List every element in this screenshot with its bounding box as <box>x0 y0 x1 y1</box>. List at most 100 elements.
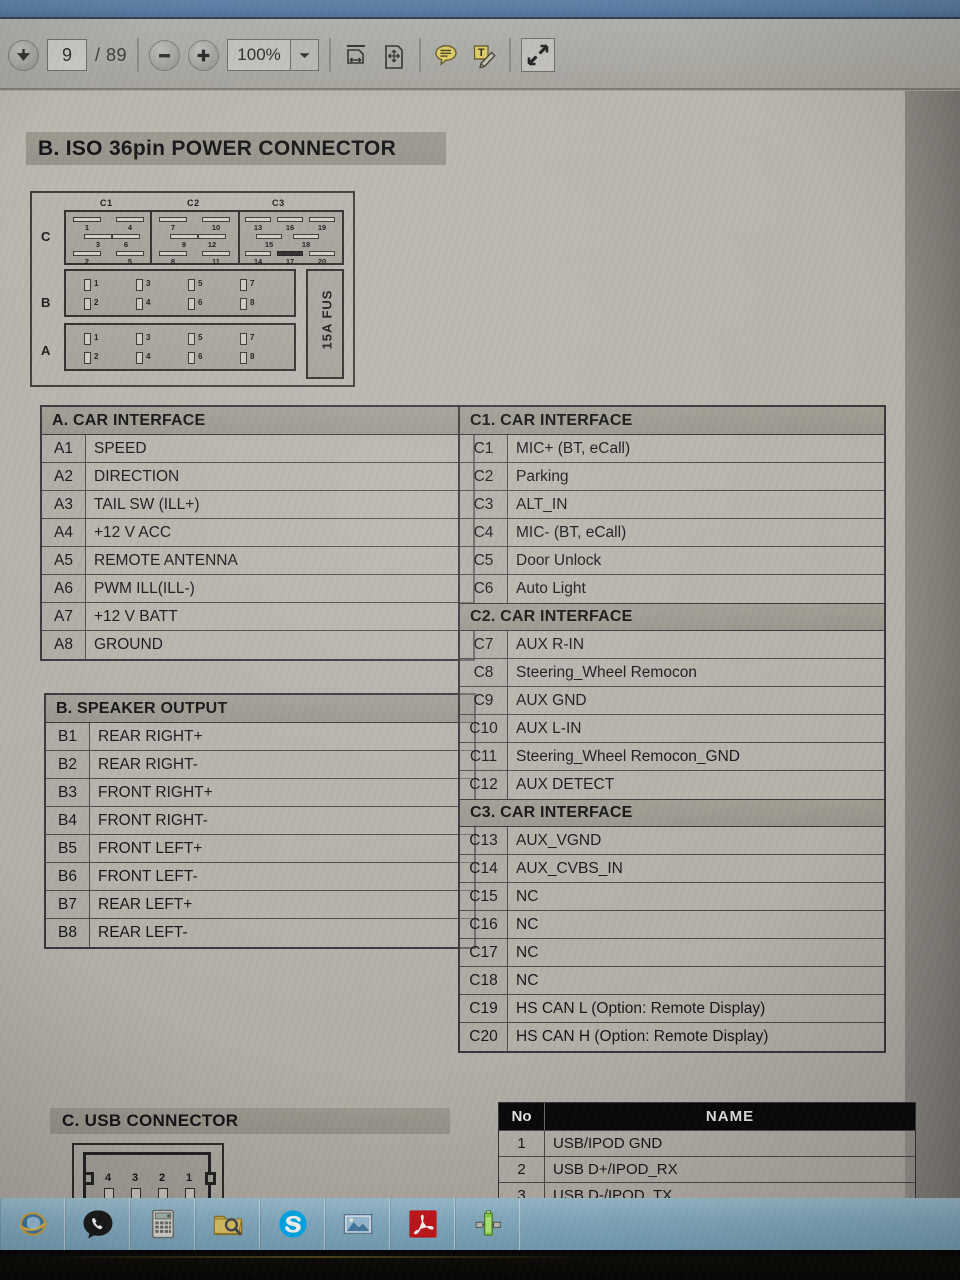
table-row: C14 AUX_CVBS_IN <box>460 855 884 883</box>
taskbar-item-viber[interactable] <box>65 1198 130 1250</box>
connector-pin-number: 7 <box>250 279 255 288</box>
pin-no: A7 <box>42 603 86 630</box>
usb-table-header-no: No <box>499 1103 545 1130</box>
connector-group-label-c3: C3 <box>272 198 285 208</box>
zoom-out-button[interactable] <box>149 39 181 71</box>
pin-name: HS CAN H (Option: Remote Display) <box>516 1028 769 1045</box>
table-row: 2 USB D+/IPOD_RX <box>499 1156 915 1182</box>
page-number-value: 9 <box>61 44 72 65</box>
table-row: C8 Steering_Wheel Remocon <box>460 659 884 687</box>
taskbar-item-battery-tool[interactable] <box>455 1198 520 1250</box>
page-number-input[interactable]: 9 <box>47 39 87 71</box>
pin-name: MIC- (BT, eCall) <box>516 523 627 541</box>
table-row: C6 Auto Light <box>460 575 884 603</box>
pin-no: C19 <box>460 995 508 1022</box>
battery-tool-icon <box>475 1210 501 1236</box>
table-row: C19 HS CAN L (Option: Remote Display) <box>460 995 884 1023</box>
photo-viewer-icon <box>343 1213 372 1235</box>
toolbar-separator-2 <box>329 38 332 72</box>
sticky-note-icon[interactable] <box>431 40 461 70</box>
pin-name: FRONT LEFT+ <box>98 839 203 857</box>
zoom-level-select[interactable]: 100% <box>227 39 320 71</box>
table-row: C2 Parking <box>460 463 884 491</box>
pin-no: C1 <box>460 435 508 462</box>
table-a-rows: A1 SPEED A2 DIRECTION A3 TAIL SW (ILL+) A4 +… <box>42 435 473 659</box>
fuse-holder: 15A FUS <box>306 269 344 379</box>
pin-name: Steering_Wheel Remocon <box>516 663 697 681</box>
table-row: C9 AUX GND <box>460 687 884 715</box>
connector-pin-number: 1 <box>94 333 99 342</box>
usb-pin-no: 1 <box>499 1131 545 1156</box>
table-row: B7 REAR LEFT+ <box>46 891 474 919</box>
zoom-in-button[interactable] <box>188 39 220 71</box>
taskbar-item-internet-explorer[interactable] <box>0 1198 65 1250</box>
connector-pin-number: 15 <box>264 240 274 249</box>
table-row: B8 REAR LEFT- <box>46 919 474 947</box>
page-total-label: / 89 <box>95 44 128 65</box>
taskbar-item-photo-viewer[interactable] <box>325 1198 390 1250</box>
pin-name: REAR LEFT- <box>98 924 188 941</box>
pin-no: C10 <box>460 715 508 742</box>
connector-pin-number: 9 <box>181 240 187 249</box>
chevron-down-icon[interactable] <box>290 40 319 70</box>
pin-no: C4 <box>460 519 508 546</box>
connector-block-c2: 7 10 9 12 8 11 <box>152 210 240 266</box>
svg-text:T: T <box>478 47 485 59</box>
text-annotate-icon[interactable]: T <box>469 40 499 70</box>
folder-search-icon <box>213 1215 242 1236</box>
fullscreen-icon[interactable] <box>521 38 556 72</box>
pin-no: C5 <box>460 547 508 574</box>
taskbar-item-folder-search[interactable] <box>195 1198 260 1250</box>
connector-pin-number: 20 <box>317 257 327 266</box>
connector-pin-number: 4 <box>146 352 151 361</box>
pin-name: AUX R-IN <box>516 635 585 653</box>
connector-pin-number: 8 <box>250 298 255 307</box>
taskbar-item-adobe-reader[interactable] <box>390 1198 455 1250</box>
taskbar-item-calculator[interactable] <box>130 1198 195 1250</box>
pin-name: REAR LEFT+ <box>98 895 193 913</box>
pin-no: A1 <box>42 435 86 462</box>
usb-pin-no: 2 <box>499 1157 545 1182</box>
taskbar-item-skype[interactable] <box>260 1198 325 1250</box>
connector-block-b: 1 3 5 7 2 4 6 8 <box>64 269 296 317</box>
fit-width-icon[interactable] <box>341 40 371 70</box>
viber-icon <box>83 1210 112 1239</box>
pin-name: FRONT RIGHT+ <box>98 783 213 801</box>
toolbar-separator-3 <box>419 38 422 72</box>
table-row: B3 FRONT RIGHT+ <box>46 779 474 807</box>
table-row: A2 DIRECTION <box>42 463 473 491</box>
table-row: C15 NC <box>460 883 884 911</box>
pin-no: A2 <box>42 463 86 490</box>
pin-no: B2 <box>46 751 90 778</box>
connector-pin-number: 1 <box>94 279 99 288</box>
connector-pin-number: 1 <box>84 223 90 232</box>
calculator-icon <box>151 1209 174 1239</box>
viewer-background-right <box>905 90 960 1198</box>
toolbar-separator-4 <box>509 38 512 72</box>
usb-pin-name: USB D+/IPOD_RX <box>553 1161 678 1178</box>
connector-pin-number: 6 <box>198 352 203 361</box>
pin-no: C2 <box>460 463 508 490</box>
pin-name: AUX_VGND <box>516 831 602 849</box>
table-row: B4 FRONT RIGHT- <box>46 807 474 835</box>
table-row: A5 REMOTE ANTENNA <box>42 547 473 575</box>
pin-no: B6 <box>46 863 90 890</box>
pdf-page-canvas[interactable]: B. ISO 36pin POWER CONNECTOR C1 C2 C3 C … <box>0 90 916 1209</box>
pin-no: B8 <box>46 919 90 947</box>
save-download-button[interactable] <box>8 39 39 71</box>
pin-no: C7 <box>460 631 508 658</box>
table-row: B2 REAR RIGHT- <box>46 751 474 779</box>
usb-table-header-name: NAME <box>705 1108 755 1125</box>
windows-taskbar <box>0 1198 960 1250</box>
pin-no: C16 <box>460 911 508 938</box>
table-row: A7 +12 V BATT <box>42 603 473 631</box>
connector-block-a: 1 3 5 7 2 4 6 8 <box>64 323 296 371</box>
table-a-title: A. CAR INTERFACE <box>42 407 473 435</box>
connector-pin-number: 10 <box>211 223 221 232</box>
table-row: B1 REAR RIGHT+ <box>46 723 474 751</box>
pin-name: Parking <box>516 467 569 485</box>
pin-name: AUX L-IN <box>516 719 582 737</box>
fit-page-icon[interactable] <box>379 40 409 70</box>
pin-name: SPEED <box>94 439 147 457</box>
pin-no: C8 <box>460 659 508 686</box>
